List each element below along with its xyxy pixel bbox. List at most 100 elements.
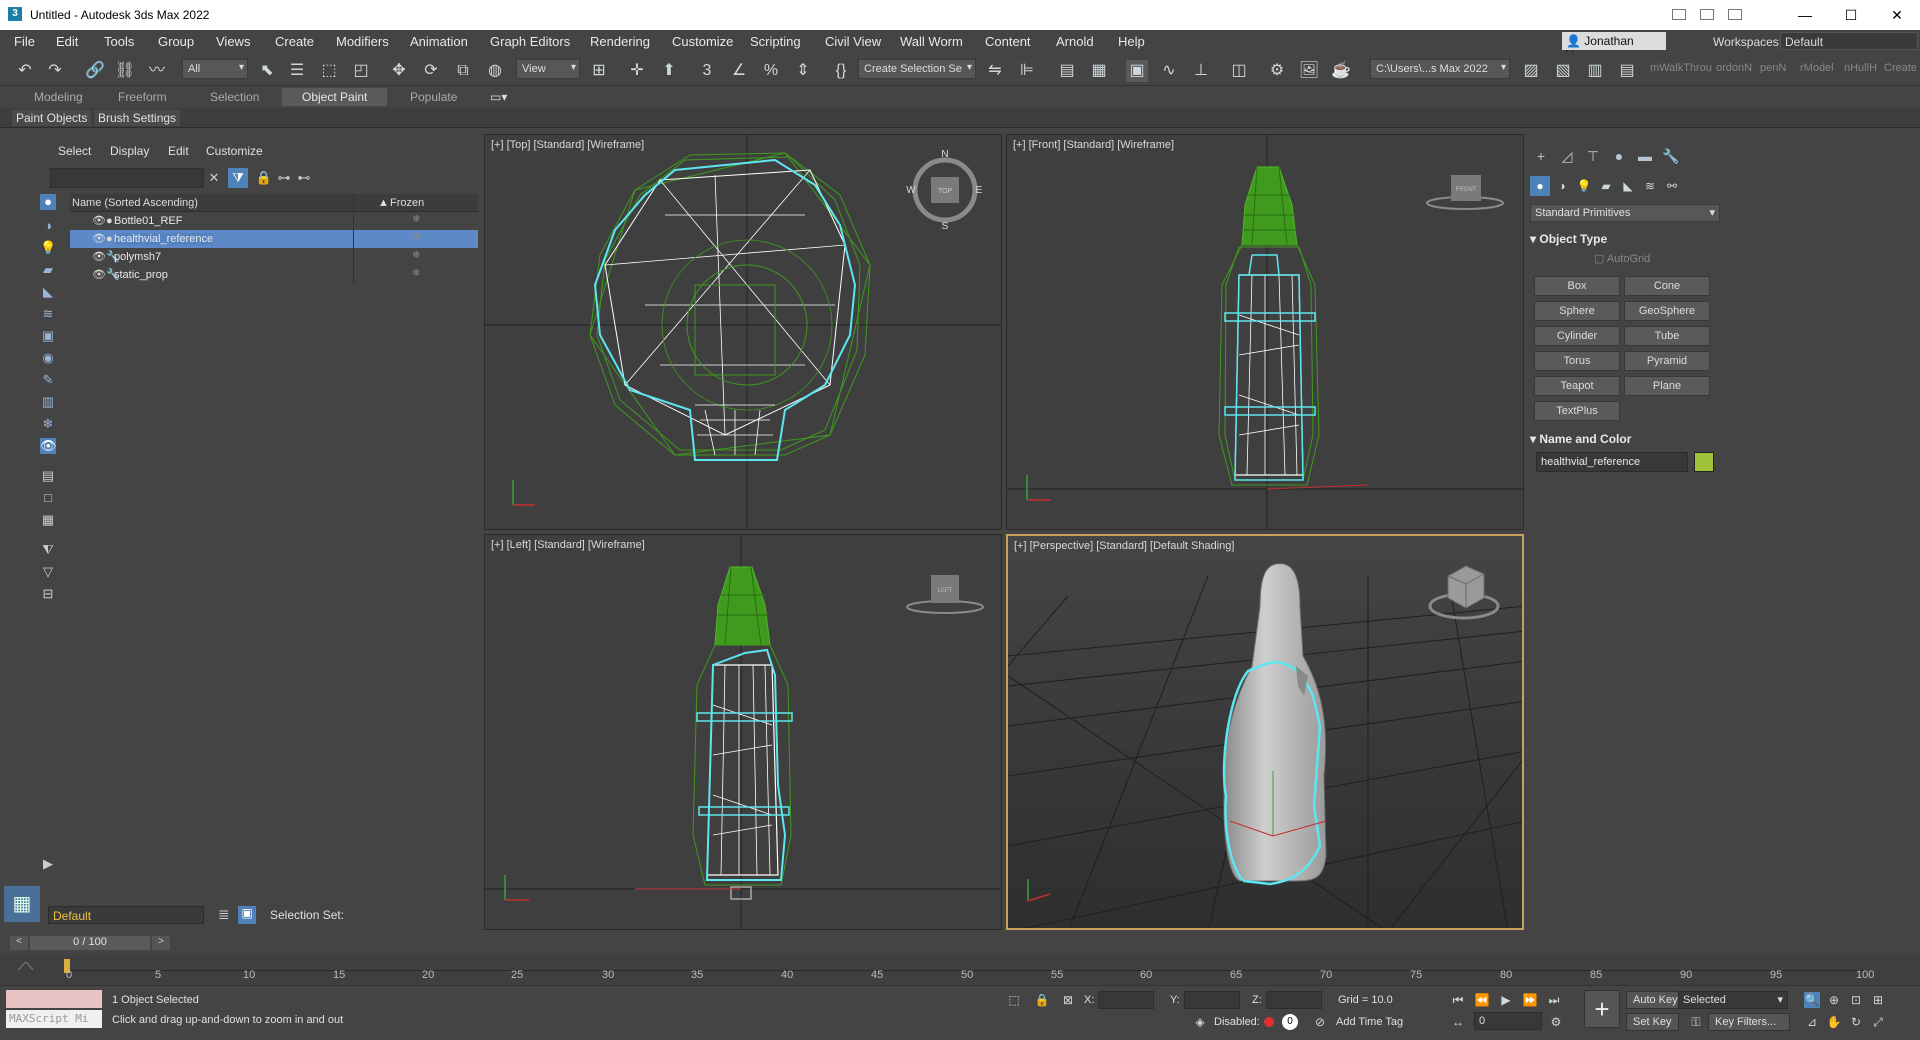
explorer-menu-display[interactable]: Display [110, 144, 149, 158]
ribbon-tab-modeling[interactable]: Modeling [34, 90, 83, 104]
angle-snap-icon[interactable]: ∠ [728, 60, 750, 82]
table-row[interactable]: 👁● Bottle01_REF ❄ [70, 212, 478, 230]
add-time-tag-button[interactable]: Add Time Tag [1336, 1016, 1403, 1028]
filter-geometry-icon[interactable]: ● [40, 194, 56, 210]
primitive-type-dropdown[interactable]: Standard Primitives ▾ [1530, 204, 1720, 222]
viewport-front-label[interactable]: [+] [Front] [Standard] [Wireframe] [1013, 139, 1174, 151]
lock-icon[interactable]: 🔒 [254, 168, 274, 188]
key-selection-dropdown[interactable]: Selected ▾ [1678, 991, 1788, 1009]
layers-icon[interactable]: ≣ [218, 906, 230, 923]
sync-selection-icon[interactable]: ⊟ [40, 586, 56, 602]
field-of-view-icon[interactable]: ⊿ [1804, 1014, 1820, 1030]
project-icon-3[interactable]: ▥ [1584, 60, 1606, 82]
viewport-front[interactable]: [+] [Front] [Standard] [Wireframe] FRONT [1006, 134, 1524, 530]
pan-view-icon[interactable]: ✋ [1826, 1014, 1842, 1030]
place-icon[interactable]: ◍ [484, 60, 506, 82]
scene-explorer-toggle-icon[interactable]: ▤ [1056, 60, 1078, 82]
link-icon[interactable]: 🔗 [84, 60, 106, 82]
viewport-top[interactable]: [+] [Top] [Standard] [Wireframe] TOP N S… [484, 134, 1002, 530]
create-cylinder-button[interactable]: Cylinder [1534, 326, 1620, 346]
ribbon-tab-selection[interactable]: Selection [210, 90, 259, 104]
filter-lights-icon[interactable]: 💡 [40, 240, 56, 256]
snaps-toggle-icon[interactable]: 3 [696, 60, 718, 82]
menu-edit[interactable]: Edit [56, 34, 78, 49]
set-keys-icon[interactable]: + [1584, 990, 1620, 1028]
hierarchy-tab-icon[interactable]: ⊤ [1582, 146, 1604, 166]
minimize-button[interactable]: — [1782, 0, 1828, 30]
viewcube-front[interactable]: FRONT [1426, 175, 1504, 210]
layer-sort-icon[interactable]: ⊷ [294, 168, 314, 188]
filter-bones-icon[interactable]: ✎ [40, 372, 56, 388]
filter-shapes-icon[interactable]: ◑ [40, 218, 56, 234]
explorer-menu-edit[interactable]: Edit [168, 144, 189, 158]
name-and-color-rollout[interactable]: ▾ Name and Color [1530, 432, 1720, 446]
freeze-icon[interactable]: ❄ [412, 232, 420, 243]
curve-editor-icon[interactable]: ∿ [1158, 60, 1180, 82]
geometry-category-icon[interactable]: ● [1530, 176, 1550, 196]
menu-create[interactable]: Create [275, 34, 314, 49]
current-frame-field[interactable]: 0 [1474, 1012, 1542, 1030]
next-frame-icon[interactable]: ⏩ [1522, 992, 1538, 1008]
column-frozen-header[interactable]: Frozen [390, 197, 424, 209]
filter-particles-icon[interactable]: ❄ [40, 416, 56, 432]
filter-groups-icon[interactable]: ▣ [40, 328, 56, 344]
layer-dropdown[interactable]: Default [48, 906, 204, 924]
freeze-icon[interactable]: ❄ [412, 250, 420, 261]
maximize-viewport-icon[interactable]: ⤢ [1870, 1014, 1886, 1030]
key-mode-toggle-icon[interactable]: ↔ [1450, 1014, 1466, 1030]
maximize-button[interactable]: ☐ [1828, 0, 1874, 30]
keyboard-shortcut-override-icon[interactable]: ⬆ [658, 60, 680, 82]
clear-search-icon[interactable]: ✕ [204, 168, 224, 188]
auto-key-button[interactable]: Auto Key [1626, 991, 1685, 1009]
rectangular-selection-icon[interactable]: ⬚ [318, 60, 340, 82]
menu-tools[interactable]: Tools [104, 34, 134, 49]
menu-customize[interactable]: Customize [672, 34, 733, 49]
go-to-end-icon[interactable]: ⏭ [1546, 992, 1562, 1008]
scale-icon[interactable]: ⧉ [452, 60, 474, 82]
selection-filter-dropdown[interactable]: All [182, 59, 248, 79]
hierarchy-icon[interactable]: ⊶ [274, 168, 294, 188]
object-color-swatch[interactable] [1694, 452, 1714, 472]
reference-coordinate-dropdown[interactable]: View [516, 59, 580, 79]
menu-wall-worm[interactable]: Wall Worm [900, 34, 963, 49]
menu-civil-view[interactable]: Civil View [825, 34, 881, 49]
explorer-search-input[interactable] [50, 168, 204, 188]
toolbar-item-hull[interactable]: nHullH [1844, 62, 1877, 74]
key-filters-button[interactable]: Key Filters... [1708, 1013, 1790, 1031]
viewport-compass[interactable]: TOP N S E W [906, 149, 982, 232]
systems-category-icon[interactable]: ⚯ [1662, 176, 1682, 196]
select-by-name-icon[interactable]: ☰ [286, 60, 308, 82]
subtab-paint-objects[interactable]: Paint Objects [12, 110, 92, 126]
create-geosphere-button[interactable]: GeoSphere [1624, 301, 1710, 321]
menu-scripting[interactable]: Scripting [750, 34, 801, 49]
cameras-category-icon[interactable]: ▰ [1596, 176, 1616, 196]
toolbar-item-pen[interactable]: penN [1760, 62, 1786, 74]
previous-frame-icon[interactable]: ⏪ [1474, 992, 1490, 1008]
filter-containers-icon[interactable]: ▥ [40, 394, 56, 410]
helpers-category-icon[interactable]: ◣ [1618, 176, 1638, 196]
zoom-extents-all-icon[interactable]: ⊞ [1870, 992, 1886, 1008]
filter-visibility-icon[interactable]: 👁 [40, 438, 57, 454]
menu-group[interactable]: Group [158, 34, 194, 49]
select-object-icon[interactable]: ⬉ [256, 60, 278, 82]
display-tab-icon[interactable]: ▬ [1634, 146, 1656, 166]
autogrid-checkbox[interactable]: ▢ AutoGrid [1594, 252, 1650, 265]
ribbon-toggle-icon[interactable]: ▣ [1126, 60, 1148, 82]
visibility-eye-icon[interactable]: 👁● [92, 214, 113, 227]
mirror-icon[interactable]: ⇋ [984, 60, 1006, 82]
render-setup-icon[interactable]: ⚙ [1266, 60, 1288, 82]
viewport-perspective[interactable]: [+] [Perspective] [Standard] [Default Sh… [1006, 534, 1524, 930]
viewport-left[interactable]: [+] [Left] [Standard] [Wireframe] LEFT [484, 534, 1002, 930]
x-coordinate-field[interactable] [1098, 991, 1154, 1009]
close-button[interactable]: ✕ [1874, 0, 1920, 30]
viewport-perspective-label[interactable]: [+] [Perspective] [Standard] [Default Sh… [1014, 540, 1234, 552]
play-icon[interactable]: ▶ [1498, 992, 1514, 1008]
unlink-icon[interactable]: ⛓ [114, 60, 136, 82]
ribbon-tab-freeform[interactable]: Freeform [118, 90, 167, 104]
create-box-button[interactable]: Box [1534, 276, 1620, 296]
workspaces-dropdown[interactable]: Default [1780, 32, 1918, 50]
edit-named-selection-icon[interactable]: {} [830, 60, 852, 82]
menu-modifiers[interactable]: Modifiers [336, 34, 389, 49]
zoom-extents-icon[interactable]: ⊡ [1848, 992, 1864, 1008]
menu-views[interactable]: Views [216, 34, 250, 49]
